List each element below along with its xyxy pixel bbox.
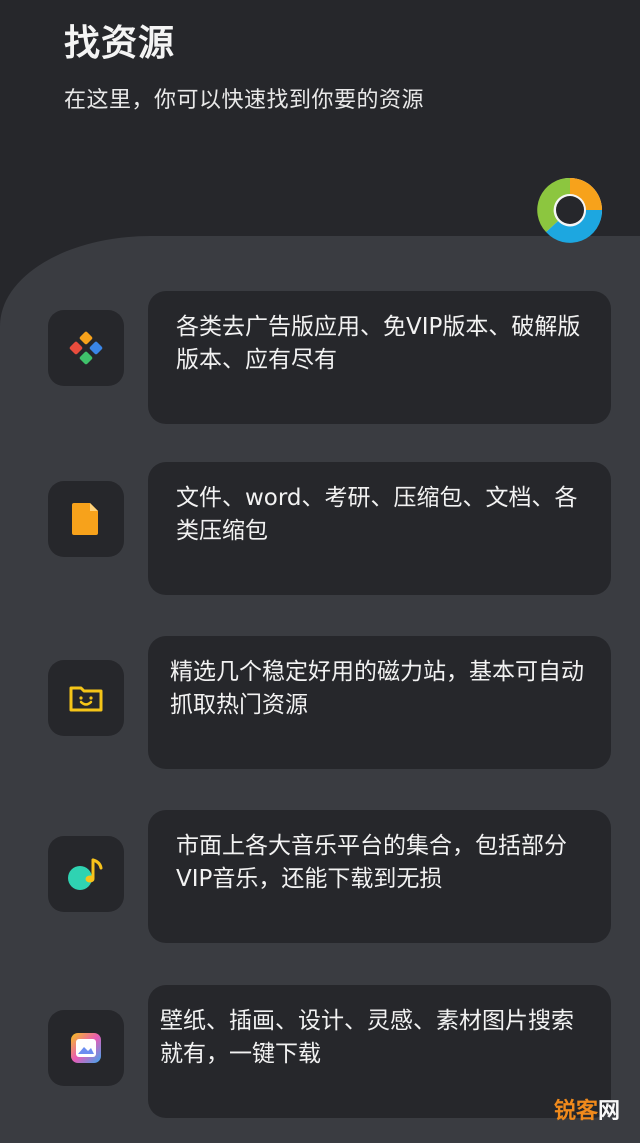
category-description: 市面上各大音乐平台的集合，包括部分VIP音乐，还能下载到无损 [176,833,567,892]
watermark-part: 网 [597,1099,620,1124]
category-row-music[interactable]: 市面上各大音乐平台的集合，包括部分VIP音乐，还能下载到无损 [0,810,640,944]
category-row-documents[interactable]: 文件、word、考研、压缩包、文档、各类压缩包 [0,462,640,596]
category-description: 文件、word、考研、压缩包、文档、各类压缩包 [176,485,578,544]
document-icon[interactable] [48,481,124,557]
category-description: 壁纸、插画、设计、灵感、素材图片搜索就有，一键下载 [160,1008,574,1067]
category-card-magnet[interactable]: 精选几个稳定好用的磁力站，基本可自动抓取热门资源 [148,636,611,769]
category-card-documents[interactable]: 文件、word、考研、压缩包、文档、各类压缩包 [148,462,611,595]
page-title: 找资源 [64,23,176,64]
category-row-images[interactable]: 壁纸、插画、设计、灵感、素材图片搜索就有，一键下载 [0,985,640,1119]
category-row-magnet[interactable]: 精选几个稳定好用的磁力站，基本可自动抓取热门资源 [0,636,640,770]
category-description: 各类去广告版应用、免VIP版本、破解版版本、应有尽有 [176,314,581,373]
gallery-image-icon[interactable] [48,1010,124,1086]
watermark: 锐客网 [554,1093,620,1125]
music-note-icon[interactable] [48,836,124,912]
app-store-icon[interactable] [48,310,124,386]
category-card-images[interactable]: 壁纸、插画、设计、灵感、素材图片搜索就有，一键下载 [148,985,611,1118]
page-subtitle: 在这里，你可以快速找到你要的资源 [64,88,425,113]
app-logo-icon [536,176,604,244]
magnet-folder-icon[interactable] [48,660,124,736]
watermark-part: 锐客 [553,1099,598,1124]
category-description: 精选几个稳定好用的磁力站，基本可自动抓取热门资源 [170,659,584,718]
category-card-music[interactable]: 市面上各大音乐平台的集合，包括部分VIP音乐，还能下载到无损 [148,810,611,943]
category-row-apps[interactable]: 各类去广告版应用、免VIP版本、破解版版本、应有尽有 [0,291,640,425]
category-card-apps[interactable]: 各类去广告版应用、免VIP版本、破解版版本、应有尽有 [148,291,611,424]
